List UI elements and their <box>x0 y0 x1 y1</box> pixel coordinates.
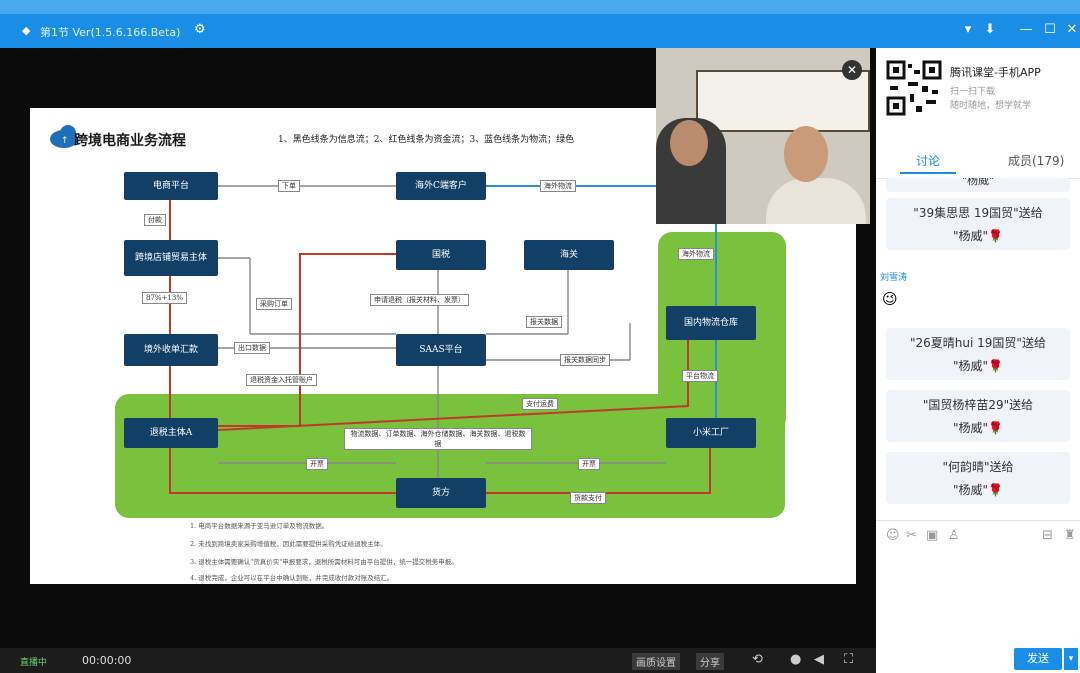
label-export-data: 出口数据 <box>234 342 270 354</box>
label-invoice-2: 开票 <box>578 458 600 470</box>
node-exporter: 退税主体A <box>124 418 218 448</box>
label-overseas-logistics-2: 海外物流 <box>678 248 714 260</box>
input-divider <box>876 520 1080 521</box>
node-buyer: 货方 <box>396 478 486 508</box>
footer-note: 4. 退税完成，企业可以在平台中确认到账，并完成收付款对账及结汇。 <box>190 574 394 582</box>
dropdown-icon[interactable]: ▾ <box>958 22 978 37</box>
gift-sender-text: "何韵晴"送给 <box>942 460 1014 474</box>
footer-note: 3. 退税主体需要确认"货真价实"申报要求，退税所需材料可由平台提供，统一提交税… <box>190 558 458 566</box>
label-pay-goods: 货款支付 <box>570 492 606 504</box>
close-window-icon[interactable]: ✕ <box>1062 22 1080 37</box>
video-stage[interactable]: ↑ 跨境电商业务流程 1、黑色线条为信息流；2、红色线条为资金流；3、蓝色线条为… <box>0 48 876 648</box>
title-bar: ◆ 第1节 Ver(1.5.6.166.Beta) ⚙ ▾ ⬇ — ☐ ✕ <box>0 0 1080 48</box>
chat-gift-message: "26夏晴hui 19国贸"送给 "杨威"🌹 <box>886 328 1070 380</box>
node-ecom-platform: 电商平台 <box>124 172 218 200</box>
scissors-icon[interactable]: ✂ <box>906 528 917 543</box>
tab-discussion[interactable]: 讨论 <box>916 152 940 169</box>
chat-user-name: 刘雪涛 <box>880 273 908 283</box>
chat-gift-message: "何韵晴"送给 "杨威"🌹 <box>886 452 1070 504</box>
app-promo-title: 腾讯课堂-手机APP <box>950 66 1041 79</box>
member-icon[interactable]: ♜ <box>1064 528 1076 543</box>
volume-icon[interactable]: ◀ <box>814 652 824 667</box>
gift-recipient-text: "杨威" <box>953 229 989 243</box>
tab-members[interactable]: 成员(179) <box>1008 152 1064 169</box>
node-overseas-collection: 境外收单汇款 <box>124 334 218 366</box>
gift-sender-text: "国贸杨梓苗29"送给 <box>922 398 1034 412</box>
node-foreign-tax: 国税 <box>396 240 486 270</box>
label-payment: 付款 <box>144 214 166 226</box>
app-promo-sub2: 随时随地，想学就学 <box>950 101 1032 111</box>
flower-icon: 🌹 <box>988 421 1003 435</box>
tab-underline <box>900 172 956 174</box>
chat-gift-message: "39集思思 19国贸"送给 "杨威"🌹 <box>886 198 1070 250</box>
flower-icon: 🌹 <box>988 483 1003 497</box>
flower-icon: 🌹 <box>988 359 1003 373</box>
label-platform-logistics: 平台物流 <box>682 370 718 382</box>
send-button[interactable]: 发送 <box>1014 648 1062 670</box>
player-control-bar: 直播中 00:00:00 画质设置 分享 ⟲ ● ◀ ⛶ <box>0 648 876 673</box>
label-data-box: 物流数据、订单数据、海外仓储数据、海关数据、退税数据 <box>344 428 532 450</box>
node-overseas-customer: 海外C端客户 <box>396 172 486 200</box>
webcam-overlay[interactable]: ✕ <box>656 48 870 224</box>
mic-icon[interactable]: ● <box>790 652 801 667</box>
elapsed-time: 00:00:00 <box>82 654 132 667</box>
gift-sender-text: "39集思思 19国贸"送给 <box>913 206 1043 220</box>
chat-gift-message: "杨威" <box>886 178 1070 192</box>
app-logo-icon: ◆ <box>22 24 31 37</box>
footer-note: 2. 未找到跨境卖家采购增值税，因此需要提供采购凭证给退税主体。 <box>190 540 387 548</box>
close-camera-icon[interactable]: ✕ <box>842 60 862 80</box>
node-cross-border-seller: 跨境店铺贸易主体 <box>124 240 218 276</box>
emoji-picker-icon[interactable]: ☺ <box>886 528 900 543</box>
side-panel: 腾讯课堂-手机APP 扫一扫下载 随时随地，想学就学 讨论 成员(179) "杨… <box>876 48 1080 673</box>
chat-gift-message: "国贸杨梓苗29"送给 "杨威"🌹 <box>886 390 1070 442</box>
maximize-icon[interactable]: ☐ <box>1040 22 1060 37</box>
minimize-icon[interactable]: — <box>1016 22 1036 37</box>
qr-code-icon <box>886 60 942 116</box>
flower-icon: 🌹 <box>988 229 1003 243</box>
gift-recipient-text: "杨威" <box>953 483 989 497</box>
label-overseas-logistics: 海外物流 <box>540 180 576 192</box>
label-order: 下单 <box>278 180 300 192</box>
chat-input[interactable] <box>876 548 1080 640</box>
quality-button[interactable]: 画质设置 <box>632 653 680 670</box>
image-icon[interactable]: ▣ <box>926 528 938 543</box>
window-title: 第1节 Ver(1.5.6.166.Beta) <box>40 26 181 39</box>
gift-sender-text: "26夏晴hui 19国贸"送给 <box>910 336 1046 350</box>
live-status: 直播中 <box>20 658 48 668</box>
share-button[interactable]: 分享 <box>696 653 724 670</box>
calligraphy-scroll <box>696 70 870 132</box>
pin-icon[interactable]: ⬇ <box>980 22 1000 37</box>
fullscreen-icon[interactable]: ⛶ <box>844 652 853 667</box>
label-transfer: 退税资金入托管账户 <box>246 374 317 386</box>
node-customs: 海关 <box>524 240 614 270</box>
label-invoice-1: 开票 <box>306 458 328 470</box>
board-icon[interactable]: ⊟ <box>1042 528 1053 543</box>
person-right <box>766 178 866 224</box>
node-domestic-logistics: 国内物流仓库 <box>666 306 756 340</box>
settings-icon[interactable]: ⚙ <box>194 22 206 37</box>
gift-icon[interactable]: ♙ <box>948 528 960 543</box>
emoji-icon: 😉 <box>882 290 898 308</box>
node-factory: 小米工厂 <box>666 418 756 448</box>
label-customs-data: 报关数据 <box>526 316 562 328</box>
send-options-chevron-icon[interactable]: ▾ <box>1064 648 1078 670</box>
footer-note: 1. 电商平台数据来源于亚马逊订单及物流数据。 <box>190 522 329 530</box>
gift-recipient-text: "杨威" <box>953 421 989 435</box>
label-ratio: 87%+13% <box>142 292 187 304</box>
node-saas: SAAS平台 <box>396 334 486 366</box>
label-declare: 申请退税（报关材料、发票） <box>370 294 469 306</box>
gift-recipient-text: "杨威" <box>953 359 989 373</box>
taskbar-strip <box>0 0 1080 14</box>
face-right <box>784 126 828 182</box>
label-payout: 支付运费 <box>522 398 558 410</box>
label-data-sync: 报关数据同步 <box>560 354 610 366</box>
loop-icon[interactable]: ⟲ <box>752 652 763 667</box>
label-purchase-order: 采购订单 <box>256 298 292 310</box>
app-promo-sub1: 扫一扫下载 <box>950 87 996 97</box>
face-left <box>670 120 708 166</box>
